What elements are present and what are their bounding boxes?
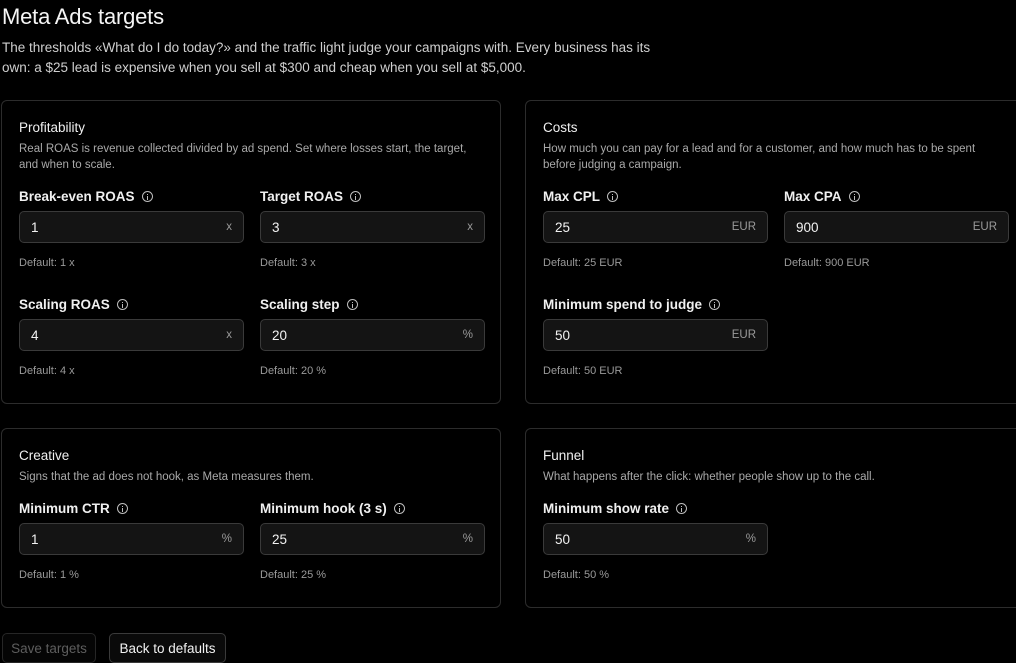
card-description: What happens after the click: whether pe… bbox=[543, 471, 875, 483]
funnel-card: Funnel What happens after the click: whe… bbox=[525, 428, 1016, 608]
field-label: Scaling step bbox=[260, 297, 358, 312]
input-value: 50 bbox=[555, 532, 571, 547]
input-unit: % bbox=[462, 533, 473, 545]
input-unit: EUR bbox=[731, 221, 756, 233]
info-icon[interactable] bbox=[676, 503, 688, 514]
minimum-ctr-input[interactable]: 1 % bbox=[19, 523, 244, 555]
field-default: Default: 20 % bbox=[260, 365, 327, 377]
card-description: How much you can pay for a lead and for … bbox=[543, 143, 976, 171]
input-value: 3 bbox=[272, 220, 280, 235]
max-cpl-input[interactable]: 25 EUR bbox=[543, 211, 768, 243]
save-targets-button[interactable]: Save targets bbox=[2, 633, 96, 663]
field-label-text: Max CPL bbox=[543, 189, 601, 204]
card-description: Real ROAS is revenue collected divided b… bbox=[19, 143, 467, 171]
input-value: 1 bbox=[31, 532, 39, 547]
meta-ads-targets-page: Meta Ads targets The thresholds «What do… bbox=[0, 0, 1016, 663]
input-value: 1 bbox=[31, 220, 39, 235]
back-to-defaults-button[interactable]: Back to defaults bbox=[109, 633, 226, 663]
input-value: 25 bbox=[272, 532, 288, 547]
creative-card: Creative Signs that the ad does not hook… bbox=[1, 428, 501, 608]
field-label: Minimum show rate bbox=[543, 501, 688, 516]
input-unit: EUR bbox=[731, 329, 756, 341]
break-even-roas-input[interactable]: 1 x bbox=[19, 211, 244, 243]
field-label-text: Minimum hook (3 s) bbox=[260, 501, 387, 516]
field-default: Default: 1 % bbox=[19, 569, 79, 581]
field-label: Max CPL bbox=[543, 189, 619, 204]
field-label: Target ROAS bbox=[260, 189, 362, 204]
field-default: Default: 900 EUR bbox=[784, 257, 870, 269]
profitability-card: Profitability Real ROAS is revenue colle… bbox=[1, 100, 501, 404]
field-default: Default: 50 % bbox=[543, 569, 610, 581]
minimum-hook-input[interactable]: 25 % bbox=[260, 523, 485, 555]
card-description: Signs that the ad does not hook, as Meta… bbox=[19, 471, 314, 483]
input-unit: EUR bbox=[972, 221, 997, 233]
info-icon[interactable] bbox=[607, 191, 619, 202]
info-icon[interactable] bbox=[141, 191, 153, 202]
scaling-step-input[interactable]: 20 % bbox=[260, 319, 485, 351]
field-label-text: Minimum show rate bbox=[543, 501, 670, 516]
input-unit: x bbox=[467, 221, 473, 233]
field-label: Scaling ROAS bbox=[19, 297, 128, 312]
field-label-text: Minimum spend to judge bbox=[543, 297, 702, 312]
scaling-roas-input[interactable]: 4 x bbox=[19, 319, 244, 351]
field-label-text: Minimum CTR bbox=[19, 501, 110, 516]
costs-card: Costs How much you can pay for a lead an… bbox=[525, 100, 1016, 404]
field-label: Minimum CTR bbox=[19, 501, 128, 516]
info-icon[interactable] bbox=[848, 191, 860, 202]
input-value: 4 bbox=[31, 328, 39, 343]
field-label: Minimum spend to judge bbox=[543, 297, 720, 312]
field-default: Default: 1 x bbox=[19, 257, 75, 269]
info-icon[interactable] bbox=[350, 191, 362, 202]
field-default: Default: 25 EUR bbox=[543, 257, 623, 269]
input-unit: % bbox=[221, 533, 232, 545]
card-title: Funnel bbox=[543, 448, 585, 463]
input-value: 20 bbox=[272, 328, 288, 343]
card-title: Costs bbox=[543, 120, 578, 135]
max-cpa-input[interactable]: 900 EUR bbox=[784, 211, 1009, 243]
input-unit: % bbox=[462, 329, 473, 341]
input-value: 900 bbox=[796, 220, 819, 235]
info-icon[interactable] bbox=[709, 299, 720, 310]
info-icon[interactable] bbox=[346, 299, 358, 310]
field-label-text: Max CPA bbox=[784, 189, 842, 204]
field-label-text: Scaling ROAS bbox=[19, 297, 110, 312]
field-label: Max CPA bbox=[784, 189, 860, 204]
input-value: 50 bbox=[555, 328, 571, 343]
input-unit: x bbox=[226, 329, 232, 341]
target-roas-input[interactable]: 3 x bbox=[260, 211, 485, 243]
input-unit: % bbox=[745, 533, 756, 545]
field-default: Default: 4 x bbox=[19, 365, 75, 377]
field-label-text: Scaling step bbox=[260, 297, 340, 312]
input-unit: x bbox=[226, 221, 232, 233]
input-value: 25 bbox=[555, 220, 571, 235]
field-default: Default: 25 % bbox=[260, 569, 327, 581]
card-title: Profitability bbox=[19, 120, 86, 135]
field-label: Minimum hook (3 s) bbox=[260, 501, 405, 516]
field-default: Default: 3 x bbox=[260, 257, 316, 269]
field-label: Break-even ROAS bbox=[19, 189, 153, 204]
field-label-text: Target ROAS bbox=[260, 189, 344, 204]
info-icon[interactable] bbox=[393, 503, 405, 514]
field-default: Default: 50 EUR bbox=[543, 365, 623, 377]
page-description: The thresholds «What do I do today?» and… bbox=[2, 40, 651, 75]
minimum-show-rate-input[interactable]: 50 % bbox=[543, 523, 768, 555]
minimum-spend-input[interactable]: 50 EUR bbox=[543, 319, 768, 351]
info-icon[interactable] bbox=[116, 503, 128, 514]
info-icon[interactable] bbox=[116, 299, 128, 310]
field-label-text: Break-even ROAS bbox=[19, 189, 135, 204]
card-title: Creative bbox=[19, 448, 70, 463]
page-title: Meta Ads targets bbox=[2, 4, 164, 29]
